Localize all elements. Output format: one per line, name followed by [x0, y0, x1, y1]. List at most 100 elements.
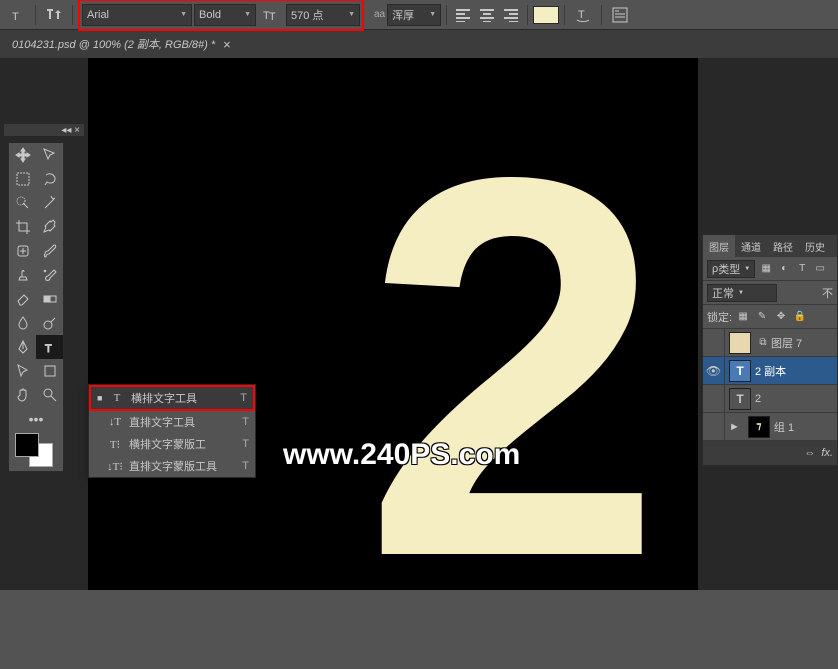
layer-filter-dropdown[interactable]: ρ 类型 [707, 260, 755, 278]
text-color-swatch[interactable] [533, 6, 559, 24]
type-icon: T [109, 392, 125, 404]
align-left-button[interactable] [452, 4, 474, 26]
font-weight-dropdown[interactable]: Bold [194, 4, 256, 26]
canvas[interactable]: 2 www.240PS.com [88, 58, 698, 590]
tab-history[interactable]: 历史 [799, 235, 831, 257]
flyout-item-key: T [242, 438, 249, 450]
document-tab-title: 0104231.psd @ 100% (2 副本, RGB/8#) * [12, 36, 215, 52]
filter-type-icon[interactable]: T [794, 261, 810, 277]
flyout-item-key: T [242, 416, 249, 428]
dodge-tool[interactable] [36, 311, 63, 335]
tab-paths[interactable]: 路径 [767, 235, 799, 257]
eyedropper-tool[interactable] [36, 215, 63, 239]
eraser-tool[interactable] [9, 287, 36, 311]
layer-row[interactable]: 👁 T 2 副本 [703, 357, 837, 385]
svg-text:T: T [45, 343, 52, 355]
workspace: ◂◂ × T ••• 2 www.240PS.com [0, 58, 838, 590]
options-bar: T Arial Bold TT 570 点 aa 浑厚 T [0, 0, 838, 30]
flyout-item-label: 直排文字蒙版工具 [129, 458, 217, 474]
antialias-label: aa [374, 9, 385, 20]
color-swatches[interactable] [9, 431, 63, 471]
lasso-tool[interactable] [36, 167, 63, 191]
link-layers-icon[interactable]: ⇔ [804, 447, 815, 459]
text-layer-glyph: 2 [363, 98, 663, 638]
flyout-item-label: 直排文字工具 [129, 414, 195, 430]
align-center-button[interactable] [476, 4, 498, 26]
flyout-item-key: T [240, 392, 247, 404]
font-family-dropdown[interactable]: Arial [82, 4, 192, 26]
magic-wand-tool[interactable] [36, 191, 63, 215]
flyout-item-label: 横排文字蒙版工 [129, 436, 206, 452]
character-panel-button[interactable] [607, 3, 633, 27]
lock-image-icon[interactable]: ✎ [754, 309, 770, 325]
layer-thumb: ⁊ [748, 416, 770, 438]
lock-position-icon[interactable]: ✥ [773, 309, 789, 325]
flyout-horizontal-type-mask[interactable]: T⁝ 横排文字蒙版工 T [89, 433, 255, 455]
hand-tool[interactable] [9, 383, 36, 407]
tab-channels[interactable]: 通道 [735, 235, 767, 257]
artboard-tool[interactable] [36, 143, 63, 167]
blur-tool[interactable] [9, 311, 36, 335]
toolbox-header[interactable]: ◂◂ × [4, 124, 84, 136]
layer-thumb [729, 332, 751, 354]
quick-select-tool[interactable] [9, 191, 36, 215]
visibility-toggle[interactable] [703, 413, 725, 441]
vertical-type-mask-icon: ↓T⁝ [107, 460, 123, 473]
layer-row[interactable]: T 2 [703, 385, 837, 413]
font-highlight-box: Arial Bold TT 570 点 [78, 0, 364, 31]
move-tool[interactable] [9, 143, 36, 167]
vertical-type-icon: ↓T [107, 416, 123, 428]
antialias-dropdown[interactable]: 浑厚 [387, 4, 441, 26]
layers-panel: 图层 通道 路径 历史 ρ 类型 ▦ ◐ T ▭ 正常 不 锁定: ▦ ✎ ✥ … [702, 234, 838, 466]
text-tool-indicator: T [4, 3, 30, 27]
lock-transparent-icon[interactable]: ▦ [735, 309, 751, 325]
flyout-vertical-type[interactable]: ↓T 直排文字工具 T [89, 411, 255, 433]
layer-thumb: T [729, 360, 751, 382]
visibility-toggle[interactable] [703, 385, 725, 413]
font-size-dropdown[interactable]: 570 点 [286, 4, 360, 26]
type-tool-flyout: ■ T 横排文字工具 T ↓T 直排文字工具 T T⁝ 横排文字蒙版工 T ↓T… [88, 384, 256, 478]
font-size-icon: TT [258, 3, 284, 27]
spot-heal-tool[interactable] [9, 239, 36, 263]
visibility-toggle[interactable]: 👁 [703, 357, 725, 385]
svg-text:T: T [578, 9, 585, 21]
history-brush-tool[interactable] [36, 263, 63, 287]
layer-row[interactable]: ► ⁊ 组 1 [703, 413, 837, 441]
close-icon[interactable]: × [223, 37, 231, 52]
filter-pixel-icon[interactable]: ▦ [758, 261, 774, 277]
align-right-button[interactable] [500, 4, 522, 26]
crop-tool[interactable] [9, 215, 36, 239]
chain-icon[interactable]: ⧉ [755, 335, 771, 351]
blend-mode-dropdown[interactable]: 正常 [707, 284, 777, 302]
clone-stamp-tool[interactable] [9, 263, 36, 287]
brush-tool[interactable] [36, 239, 63, 263]
warp-text-button[interactable]: T [570, 3, 596, 27]
folder-disclose[interactable]: ► [729, 421, 740, 433]
edit-toolbar-button[interactable]: ••• [9, 407, 63, 431]
lock-all-icon[interactable]: 🔒 [792, 309, 808, 325]
flyout-vertical-type-mask[interactable]: ↓T⁝ 直排文字蒙版工具 T [89, 455, 255, 477]
fx-icon[interactable]: fx. [821, 447, 833, 459]
toolbox: T ••• [8, 142, 64, 472]
document-tab[interactable]: 0104231.psd @ 100% (2 副本, RGB/8#) * × [4, 31, 239, 57]
visibility-toggle[interactable] [703, 329, 725, 357]
layers-panel-footer: ⇔ fx. [703, 441, 837, 465]
type-tool[interactable]: T [36, 335, 63, 359]
layers-panel-tabs: 图层 通道 路径 历史 [703, 235, 837, 257]
fg-color-swatch[interactable] [15, 433, 39, 457]
filter-shape-icon[interactable]: ▭ [812, 261, 828, 277]
text-orientation-toggle[interactable] [41, 3, 67, 27]
tab-layers[interactable]: 图层 [703, 235, 735, 257]
gradient-tool[interactable] [36, 287, 63, 311]
zoom-tool[interactable] [36, 383, 63, 407]
layer-row[interactable]: ⧉ 图层 7 [703, 329, 837, 357]
pen-tool[interactable] [9, 335, 36, 359]
shape-tool[interactable] [36, 359, 63, 383]
path-select-tool[interactable] [9, 359, 36, 383]
layer-name: 组 1 [774, 419, 794, 435]
filter-adjust-icon[interactable]: ◐ [776, 261, 792, 277]
lock-label: 锁定: [707, 309, 732, 325]
layer-name: 2 [755, 393, 761, 405]
marquee-tool[interactable] [9, 167, 36, 191]
flyout-horizontal-type[interactable]: ■ T 横排文字工具 T [91, 387, 253, 409]
